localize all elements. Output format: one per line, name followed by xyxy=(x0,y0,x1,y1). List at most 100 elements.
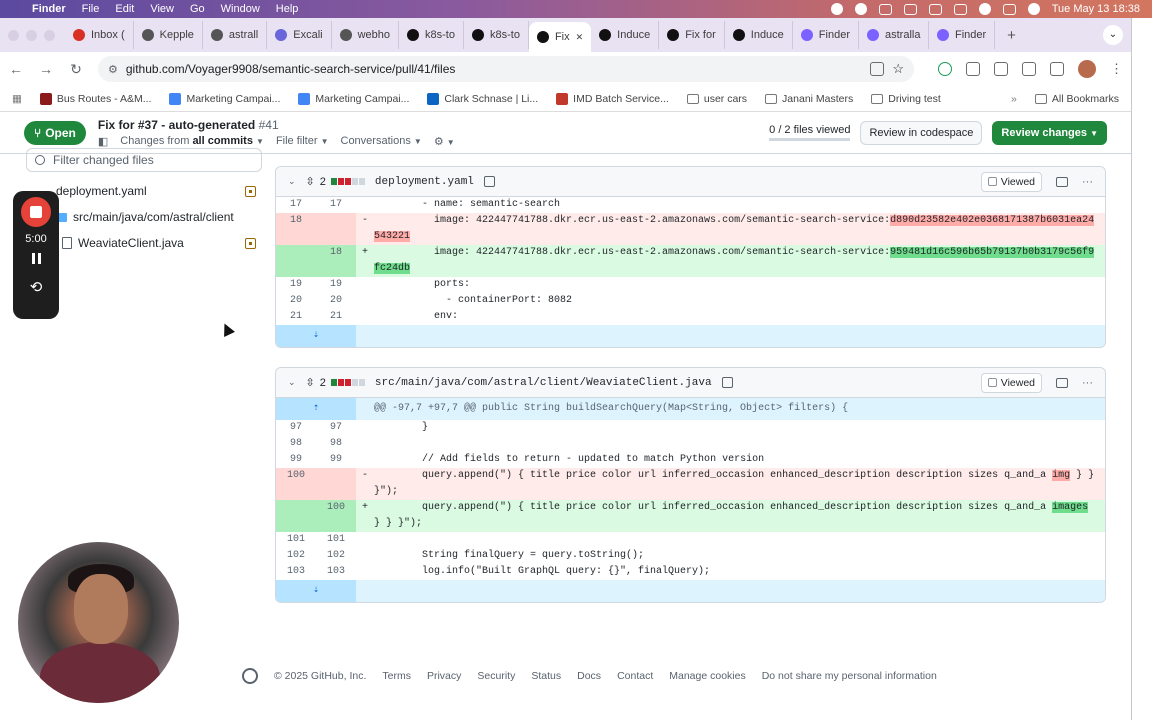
minimize-window-button[interactable] xyxy=(26,29,37,41)
pr-number[interactable]: #41 xyxy=(259,118,279,132)
old-line-number[interactable]: 20 xyxy=(276,293,316,309)
menu-go[interactable]: Go xyxy=(190,3,205,15)
tab[interactable]: Induce xyxy=(591,21,660,49)
tab[interactable]: astrall xyxy=(203,21,268,49)
commit-range-dropdown[interactable]: Changes from all commits ▼ xyxy=(120,135,264,147)
context-line[interactable]: 21 21 env: xyxy=(276,309,1105,325)
conversations-dropdown[interactable]: Conversations ▼ xyxy=(341,135,422,147)
tab[interactable]: Induce xyxy=(725,21,793,49)
new-line-number[interactable]: 21 xyxy=(316,309,356,325)
tab[interactable]: k8s-to xyxy=(399,21,464,49)
copy-path-icon[interactable] xyxy=(483,176,495,187)
expand-all-icon[interactable]: ⇳ xyxy=(306,175,315,188)
new-line-number[interactable]: 103 xyxy=(316,564,356,580)
context-line[interactable]: 19 19 ports: xyxy=(276,277,1105,293)
context-line[interactable]: 20 20 - containerPort: 8082 xyxy=(276,293,1105,309)
close-tab-icon[interactable]: ✕ xyxy=(576,32,584,43)
site-info-icon[interactable]: ⚙ xyxy=(108,63,118,76)
footer-link-privacy[interactable]: Privacy xyxy=(427,670,461,682)
menubar-datetime[interactable]: Tue May 13 18:38 xyxy=(1052,3,1140,15)
new-line-number[interactable]: 98 xyxy=(316,436,356,452)
extension-2-icon[interactable] xyxy=(966,62,980,76)
old-line-number[interactable] xyxy=(276,245,316,277)
reload-icon[interactable]: ↻ xyxy=(68,61,84,78)
expand-down-row[interactable]: ⇣ xyxy=(276,325,1105,347)
new-tab-button[interactable]: + xyxy=(1007,27,1016,44)
more-options-icon[interactable]: ··· xyxy=(1082,377,1093,389)
bluetooth-icon[interactable] xyxy=(903,3,917,15)
bookmark-item[interactable]: Marketing Campai... xyxy=(169,92,280,105)
viewed-checkbox[interactable]: Viewed xyxy=(980,372,1042,393)
new-line-number[interactable]: 18 xyxy=(316,245,356,277)
footer-link-terms[interactable]: Terms xyxy=(382,670,411,682)
menu-window[interactable]: Window xyxy=(221,3,260,15)
forward-icon[interactable]: → xyxy=(38,61,54,77)
browser-menu-icon[interactable]: ⋮ xyxy=(1110,61,1123,77)
bookmark-item[interactable]: Clark Schnase | Li... xyxy=(427,92,538,105)
tree-file-weaviate[interactable]: WeaviateClient.java xyxy=(26,230,262,256)
old-line-number[interactable]: 21 xyxy=(276,309,316,325)
collapse-chevron-icon[interactable]: ⌄ xyxy=(288,377,296,388)
tab[interactable]: Excali xyxy=(267,21,332,49)
all-bookmarks[interactable]: All Bookmarks xyxy=(1034,93,1119,105)
context-line[interactable]: 103 103 log.info("Built GraphQL query: {}… xyxy=(276,564,1105,580)
old-line-number[interactable]: 99 xyxy=(276,452,316,468)
siri-icon[interactable] xyxy=(1027,3,1040,15)
comment-icon[interactable] xyxy=(1056,176,1068,187)
context-line[interactable]: 17 17 - name: semantic-search xyxy=(276,197,1105,213)
filter-files-input[interactable]: Filter changed files xyxy=(26,148,262,172)
restart-icon[interactable]: ⟲ xyxy=(30,278,43,296)
new-line-number[interactable]: 97 xyxy=(316,420,356,436)
sidepanel-icon[interactable] xyxy=(1022,62,1036,76)
diff-filename[interactable]: deployment.yaml xyxy=(375,176,474,188)
bookmark-item[interactable]: IMD Batch Service... xyxy=(556,92,669,105)
menu-edit[interactable]: Edit xyxy=(115,3,134,15)
footer-link-manage-cookies[interactable]: Manage cookies xyxy=(669,670,745,682)
tree-folder-client[interactable]: src/main/java/com/astral/client xyxy=(26,204,262,230)
volume-icon[interactable] xyxy=(878,3,892,15)
new-line-number[interactable]: 99 xyxy=(316,452,356,468)
footer-link-do-not-share[interactable]: Do not share my personal information xyxy=(762,670,937,682)
bookmark-item[interactable]: Bus Routes - A&M... xyxy=(39,92,151,105)
install-app-icon[interactable] xyxy=(870,62,885,76)
old-line-number[interactable]: 98 xyxy=(276,436,316,452)
new-line-number[interactable]: 17 xyxy=(316,197,356,213)
tab[interactable]: Fix for xyxy=(659,21,725,49)
footer-link-status[interactable]: Status xyxy=(531,670,561,682)
old-line-number[interactable]: 101 xyxy=(276,532,316,548)
expand-down-icon[interactable]: ⇣ xyxy=(276,580,356,602)
diff-settings-gear-icon[interactable]: ⚙ ▼ xyxy=(434,135,455,148)
menu-view[interactable]: View xyxy=(150,3,174,15)
bookmark-item[interactable]: user cars xyxy=(686,93,747,105)
new-line-number[interactable] xyxy=(316,213,356,245)
old-line-number[interactable] xyxy=(276,500,316,532)
new-line-number[interactable] xyxy=(316,468,356,500)
tree-file-deployment[interactable]: deployment.yaml xyxy=(26,178,262,204)
close-window-button[interactable] xyxy=(8,29,19,41)
tab[interactable]: Kepple xyxy=(134,21,203,49)
old-line-number[interactable]: 102 xyxy=(276,548,316,564)
tab[interactable]: astralla xyxy=(859,21,929,49)
battery-icon[interactable] xyxy=(928,3,942,15)
new-line-number[interactable]: 20 xyxy=(316,293,356,309)
footer-link-security[interactable]: Security xyxy=(477,670,515,682)
control-center-icon[interactable] xyxy=(1002,3,1016,15)
tab-search-button[interactable]: ⌄ xyxy=(1103,25,1123,45)
file-filter-dropdown[interactable]: File filter ▼ xyxy=(276,135,329,147)
tab[interactable]: webho xyxy=(332,21,400,49)
tab[interactable]: Inbox ( xyxy=(65,21,134,49)
copy-path-icon[interactable] xyxy=(721,377,733,388)
expand-up-icon[interactable]: ⇡ xyxy=(276,398,356,420)
old-line-number[interactable]: 103 xyxy=(276,564,316,580)
profile-avatar[interactable] xyxy=(1078,60,1096,78)
back-icon[interactable]: ← xyxy=(8,61,24,77)
old-line-number[interactable]: 97 xyxy=(276,420,316,436)
spotlight-icon[interactable] xyxy=(978,3,991,15)
url-text[interactable]: github.com/Voyager9908/semantic-search-s… xyxy=(126,62,862,76)
old-line-number[interactable]: 19 xyxy=(276,277,316,293)
old-line-number[interactable]: 18 xyxy=(276,213,316,245)
deleted-line[interactable]: 100 - query.append(") { title price color… xyxy=(276,468,1105,500)
menu-file[interactable]: File xyxy=(82,3,100,15)
diff-filename[interactable]: src/main/java/com/astral/client/Weaviate… xyxy=(375,377,712,389)
old-line-number[interactable]: 17 xyxy=(276,197,316,213)
